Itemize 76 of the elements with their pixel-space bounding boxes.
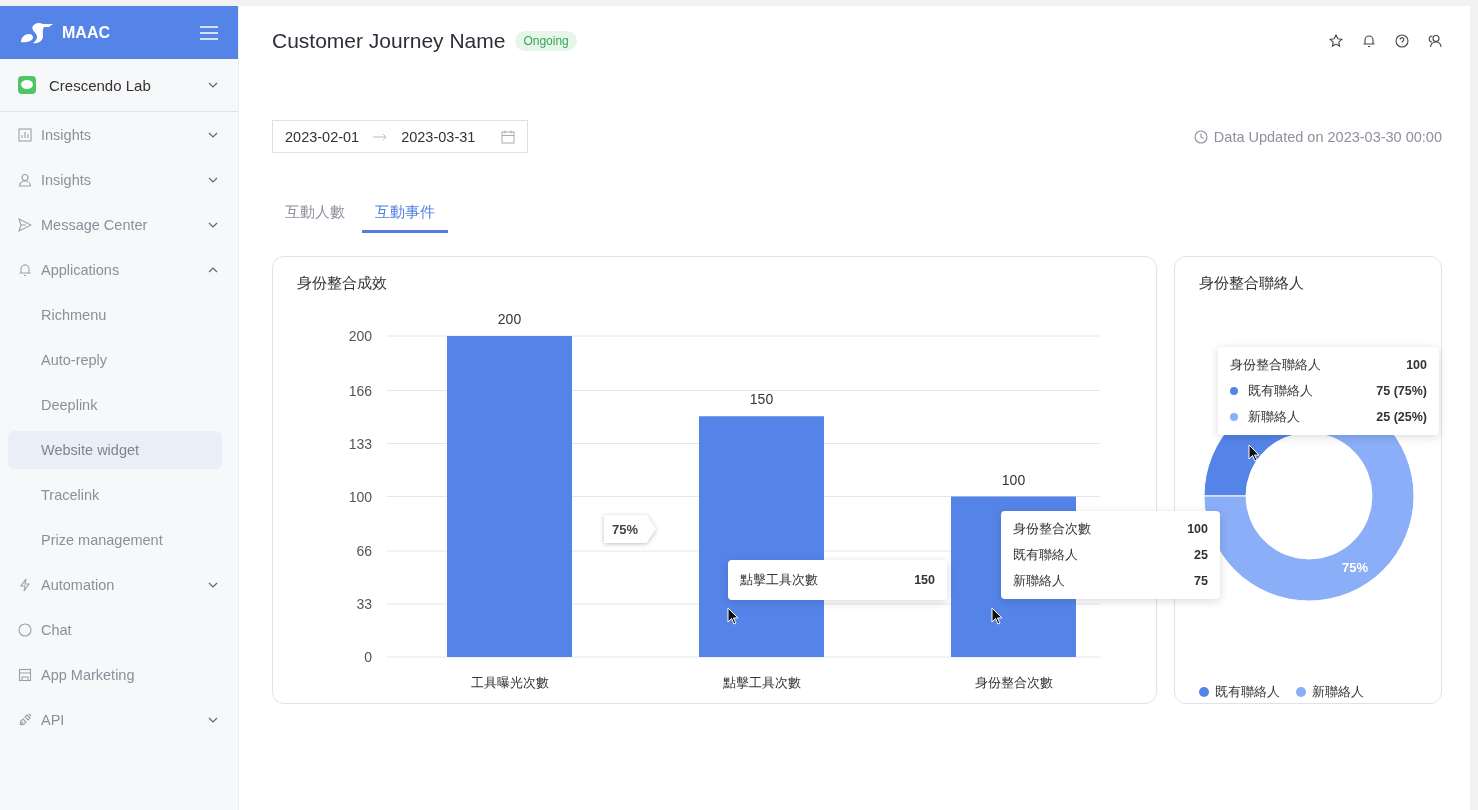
nav-item[interactable]: Automation: [0, 562, 238, 607]
nav-subitem[interactable]: Website widget: [8, 430, 222, 469]
calendar-icon: [501, 129, 516, 144]
bar-value-label: 150: [749, 391, 774, 408]
date-range-field[interactable]: 2023-02-01 2023-03-31: [272, 120, 529, 153]
nav-subitem[interactable]: Auto-reply: [8, 340, 222, 379]
brand-name: MAAC: [62, 23, 111, 42]
data-updated-text: Data Updated on 2023-03-30 00:00: [1213, 128, 1442, 145]
tab[interactable]: 互動人數: [272, 197, 358, 233]
nav-item[interactable]: Insights: [0, 112, 238, 157]
nav-subitem[interactable]: Prize management: [8, 520, 222, 559]
tooltip-value: 100: [1187, 522, 1208, 536]
category-label: 身份整合次數: [974, 675, 1053, 690]
nav-item[interactable]: API: [0, 697, 238, 742]
bell-icon: [18, 262, 32, 277]
category-label: 工具曝光次數: [470, 675, 549, 690]
arrow-right-icon: [373, 132, 388, 141]
mouse-pointer-icon: [991, 607, 1003, 625]
nav-item[interactable]: Applications: [0, 247, 238, 292]
clock-icon: [1193, 129, 1208, 144]
nav-item[interactable]: Insights: [0, 157, 238, 202]
axis-tick-label: 200: [348, 328, 372, 344]
tooltip-label: 既有聯絡人: [1013, 546, 1079, 564]
axis-tick-label: 66: [356, 543, 372, 560]
tooltip-value: 25: [1194, 548, 1208, 562]
bar-value-label: 200: [497, 311, 522, 327]
page-title: Customer Journey Name: [272, 29, 506, 53]
chart-icon: [18, 127, 32, 142]
tab[interactable]: 互動事件: [362, 197, 448, 233]
nav-subitem[interactable]: Deeplink: [8, 385, 222, 424]
star-icon[interactable]: [1329, 34, 1343, 48]
status-badge: Ongoing: [515, 31, 577, 51]
plug-icon: [18, 712, 32, 727]
category-label: 點擊工具次數: [722, 675, 801, 690]
tooltip-label: 身份整合次數: [1013, 520, 1092, 538]
tooltip-label: 既有聯絡人: [1248, 382, 1314, 400]
tooltip-label: 身份整合聯絡人: [1230, 356, 1322, 374]
axis-tick-label: 0: [364, 649, 372, 665]
menu-icon[interactable]: [200, 25, 218, 40]
tooltip-label: 新聯絡人: [1248, 408, 1301, 426]
store-icon: [18, 667, 32, 682]
tooltip-value: 75 (75%): [1376, 384, 1427, 398]
logo-icon: [19, 21, 55, 44]
bar-value-label: 100: [1001, 471, 1026, 488]
nav-subitem[interactable]: Tracelink: [8, 475, 222, 514]
chevron-down-icon: [208, 82, 218, 88]
card-title: 身份整合聯絡人: [1198, 273, 1305, 293]
mouse-pointer-icon: [1248, 444, 1260, 462]
nav-item[interactable]: Message Center: [0, 202, 238, 247]
axis-tick-label: 133: [348, 435, 372, 452]
axis-tick-label: 100: [348, 488, 372, 505]
tooltip-value: 25 (25%): [1376, 410, 1427, 424]
legend-label: 既有聯絡人: [1215, 683, 1280, 701]
account-selector[interactable]: Crescendo Lab: [0, 59, 238, 112]
notification-icon[interactable]: [1362, 34, 1376, 48]
mouse-pointer-icon: [727, 607, 739, 625]
tooltip-label: 新聯絡人: [1013, 572, 1066, 590]
send-icon: [18, 217, 32, 232]
bolt-icon: [18, 577, 32, 592]
nav-item[interactable]: Chat: [0, 607, 238, 652]
tooltip-value: 75: [1194, 574, 1208, 588]
chat-icon: [18, 622, 32, 637]
users-icon[interactable]: [1428, 34, 1442, 48]
axis-tick-label: 33: [356, 596, 372, 613]
tooltip-value: 150: [914, 573, 935, 587]
tooltip-value: 100: [1406, 358, 1427, 372]
chat-app-icon: [18, 76, 36, 94]
axis-tick-label: 166: [348, 382, 372, 399]
nav-item[interactable]: App Marketing: [0, 652, 238, 697]
nav-subitem[interactable]: Richmenu: [8, 295, 222, 334]
card-title: 身份整合成效: [296, 273, 388, 293]
tooltip-label: 點擊工具次數: [740, 571, 819, 589]
user-icon: [18, 172, 32, 187]
help-icon[interactable]: [1395, 34, 1409, 48]
slice-percent-label: 75%: [1342, 560, 1368, 575]
legend-label: 新聯絡人: [1312, 683, 1364, 701]
